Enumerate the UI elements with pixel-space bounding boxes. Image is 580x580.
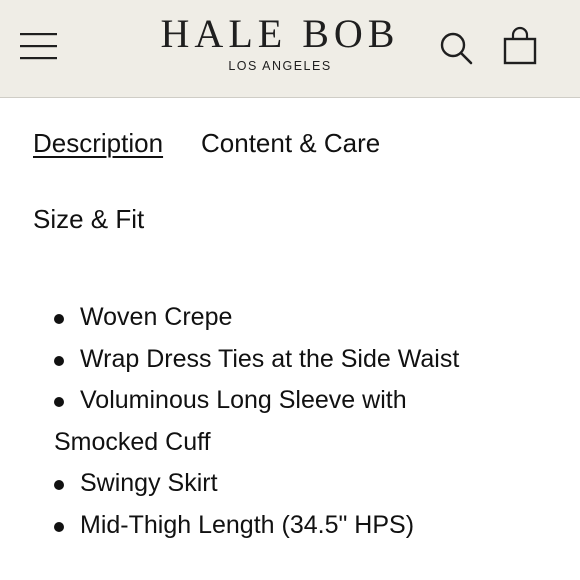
- list-item: Mid-Thigh Length (34.5" HPS): [54, 505, 554, 547]
- bullet-icon: [54, 397, 64, 408]
- list-item-text: Mid-Thigh Length (34.5" HPS): [80, 510, 415, 539]
- bullet-icon: [54, 314, 64, 324]
- list-item: Wrap Dress Ties at the Side Waist: [54, 339, 554, 381]
- site-header: HALE BOB LOS ANGELES: [0, 0, 580, 98]
- list-item-continuation: Smocked Cuff: [54, 422, 554, 464]
- shopping-bag-icon: [503, 26, 537, 65]
- bullet-icon: [54, 521, 64, 532]
- brand-location: LOS ANGELES: [228, 59, 332, 73]
- cart-button[interactable]: [502, 26, 540, 66]
- menu-button[interactable]: [20, 30, 58, 62]
- description-list: Woven Crepe Wrap Dress Ties at the Side …: [54, 297, 554, 547]
- list-item-text: Wrap Dress Ties at the Side Waist: [80, 344, 460, 373]
- list-item: Voluminous Long Sleeve with: [54, 380, 554, 422]
- list-item: Swingy Skirt: [54, 463, 554, 505]
- tab-size-fit[interactable]: Size & Fit: [33, 204, 144, 234]
- bullet-icon: [54, 355, 64, 366]
- search-button[interactable]: [438, 30, 474, 66]
- list-item-text: Voluminous Long Sleeve with: [80, 386, 407, 415]
- search-icon: [440, 32, 473, 65]
- product-details-page: HALE BOB LOS ANGELES Description Content…: [0, 0, 580, 580]
- list-item-text: Smocked Cuff: [54, 427, 211, 456]
- tab-content-care[interactable]: Content & Care: [201, 128, 380, 158]
- list-item: Woven Crepe: [54, 297, 554, 339]
- brand-logo[interactable]: HALE BOB LOS ANGELES: [140, 12, 420, 74]
- bullet-icon: [54, 480, 64, 491]
- list-item-text: Swingy Skirt: [80, 469, 218, 498]
- list-item-text: Woven Crepe: [80, 303, 233, 331]
- tab-description[interactable]: Description: [33, 128, 163, 158]
- hamburger-menu-icon: [20, 33, 57, 60]
- brand-name: HALE BOB: [160, 11, 400, 56]
